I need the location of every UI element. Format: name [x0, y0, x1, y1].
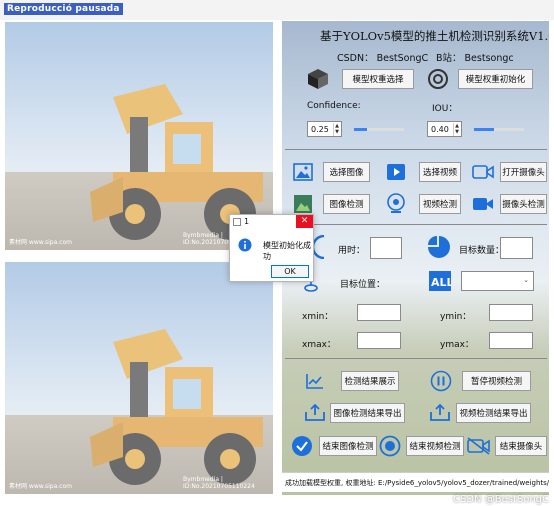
dialog-title: 1: [244, 217, 250, 226]
line-chart-icon: [306, 374, 323, 389]
spin-arrows-icon[interactable]: ▲ ▼: [453, 123, 460, 136]
result-caption-left: 素材网 www.sipa.com: [9, 483, 72, 490]
ymin-field: [489, 304, 533, 321]
image-icon: [293, 163, 313, 181]
open-camera-button[interactable]: 打开摄像头: [500, 162, 547, 182]
end-image-detection-button[interactable]: 结束图像检测: [319, 436, 377, 456]
settings-target-icon: [428, 69, 448, 89]
detect-image-button[interactable]: 图像检测: [323, 194, 370, 214]
image-detect-icon: [294, 195, 312, 213]
target-select[interactable]: ⌄: [461, 271, 534, 291]
check-circle-icon: [292, 436, 312, 456]
app-icon: [233, 218, 241, 226]
confidence-spinbox[interactable]: 0.25 ▲ ▼: [307, 121, 342, 137]
xmin-label: xmin：: [302, 312, 334, 322]
export-image-results-button[interactable]: 图像检测结果导出: [330, 403, 405, 423]
dialog-message: 模型初始化成功: [263, 241, 311, 261]
iou-label: IOU：: [432, 104, 458, 114]
confidence-slider-fill: [354, 128, 367, 131]
confidence-label: Confidence:: [307, 101, 361, 111]
pause-icon: [430, 370, 452, 392]
export-icon: [305, 403, 325, 421]
confidence-value: 0.25: [311, 124, 329, 134]
dialog-titlebar: 1 ✕: [230, 215, 313, 229]
watermark: CSDN @BestSongC: [453, 494, 549, 505]
xmax-label: xmax：: [302, 340, 336, 350]
status-bar: 成功加载模型权重, 权重地址: E:/Pyside6_yolov5/yolov5…: [282, 472, 549, 492]
export-icon: [430, 403, 450, 421]
end-camera-button[interactable]: 结束摄像头: [495, 436, 547, 456]
time-field: [370, 237, 402, 259]
control-panel: 基于YOLOv5模型的推土机检测识别系统V1.0 CSDN： BestSongC…: [282, 21, 549, 495]
window-titlebar: Reproducció pausada: [0, 0, 554, 20]
confidence-slider[interactable]: [354, 128, 404, 131]
divider: [285, 358, 547, 359]
result-caption-right: Bymbmedia | ID:No.20210705110224: [183, 476, 255, 490]
app-title: 基于YOLOv5模型的推土机检测识别系统V1.0: [320, 29, 549, 43]
svg-text:ALL: ALL: [431, 276, 451, 289]
cube-icon: [308, 69, 328, 89]
image-caption-left: 素材网 www.sipa.com: [9, 239, 72, 246]
all-icon: ALL: [429, 271, 451, 291]
iou-slider[interactable]: [474, 128, 524, 131]
camera-icon: [472, 165, 494, 179]
xmax-field: [357, 332, 401, 349]
spin-arrows-icon[interactable]: ▲ ▼: [333, 123, 340, 136]
select-image-button[interactable]: 选择图像: [323, 162, 370, 182]
export-video-results-button[interactable]: 视频检测结果导出: [456, 403, 531, 423]
position-label: 目标位置：: [340, 280, 386, 290]
detect-video-button[interactable]: 视频检测: [419, 194, 461, 214]
ymin-label: ymin：: [440, 312, 472, 322]
time-label: 用时：: [338, 246, 366, 256]
chevron-down-icon: ⌄: [523, 276, 529, 284]
init-weights-button[interactable]: 模型权重初始化: [458, 69, 533, 89]
close-icon[interactable]: ✕: [296, 215, 313, 228]
count-field: [500, 237, 533, 259]
pie-chart-icon: [428, 236, 450, 258]
message-dialog: 1 ✕ 模型初始化成功 OK: [229, 214, 314, 282]
stop-circle-icon: [379, 435, 401, 457]
iou-value: 0.40: [431, 124, 449, 134]
webcam-icon: [387, 193, 405, 213]
end-video-detection-button[interactable]: 结束视频检测: [406, 436, 464, 456]
xmin-field: [357, 304, 401, 321]
show-results-button[interactable]: 检测结果展示: [341, 371, 399, 391]
info-icon: [238, 238, 252, 252]
divider: [285, 224, 547, 225]
result-image-pane: 素材网 www.sipa.com Bymbmedia | ID:No.20210…: [5, 262, 273, 494]
ymax-label: ymax：: [440, 340, 474, 350]
ymax-field: [489, 332, 533, 349]
video-camera-icon: [473, 198, 493, 210]
pause-video-button[interactable]: 暂停视频检测: [462, 371, 531, 391]
divider: [285, 149, 547, 150]
csdn-label: CSDN： BestSongC: [337, 53, 429, 64]
select-weights-button[interactable]: 模型权重选择: [342, 69, 414, 89]
ok-button[interactable]: OK: [271, 265, 309, 278]
iou-spinbox[interactable]: 0.40 ▲ ▼: [427, 121, 462, 137]
camera-off-icon: [467, 437, 490, 455]
video-play-icon: [387, 164, 405, 180]
bilibili-label: B站： Bestsongc: [436, 53, 514, 64]
select-video-button[interactable]: 选择视频: [419, 162, 461, 182]
detect-camera-button[interactable]: 摄像头检测: [500, 194, 547, 214]
window-title: Reproducció pausada: [4, 3, 123, 15]
count-label: 目标数量：: [459, 246, 505, 256]
iou-slider-fill: [474, 128, 494, 131]
